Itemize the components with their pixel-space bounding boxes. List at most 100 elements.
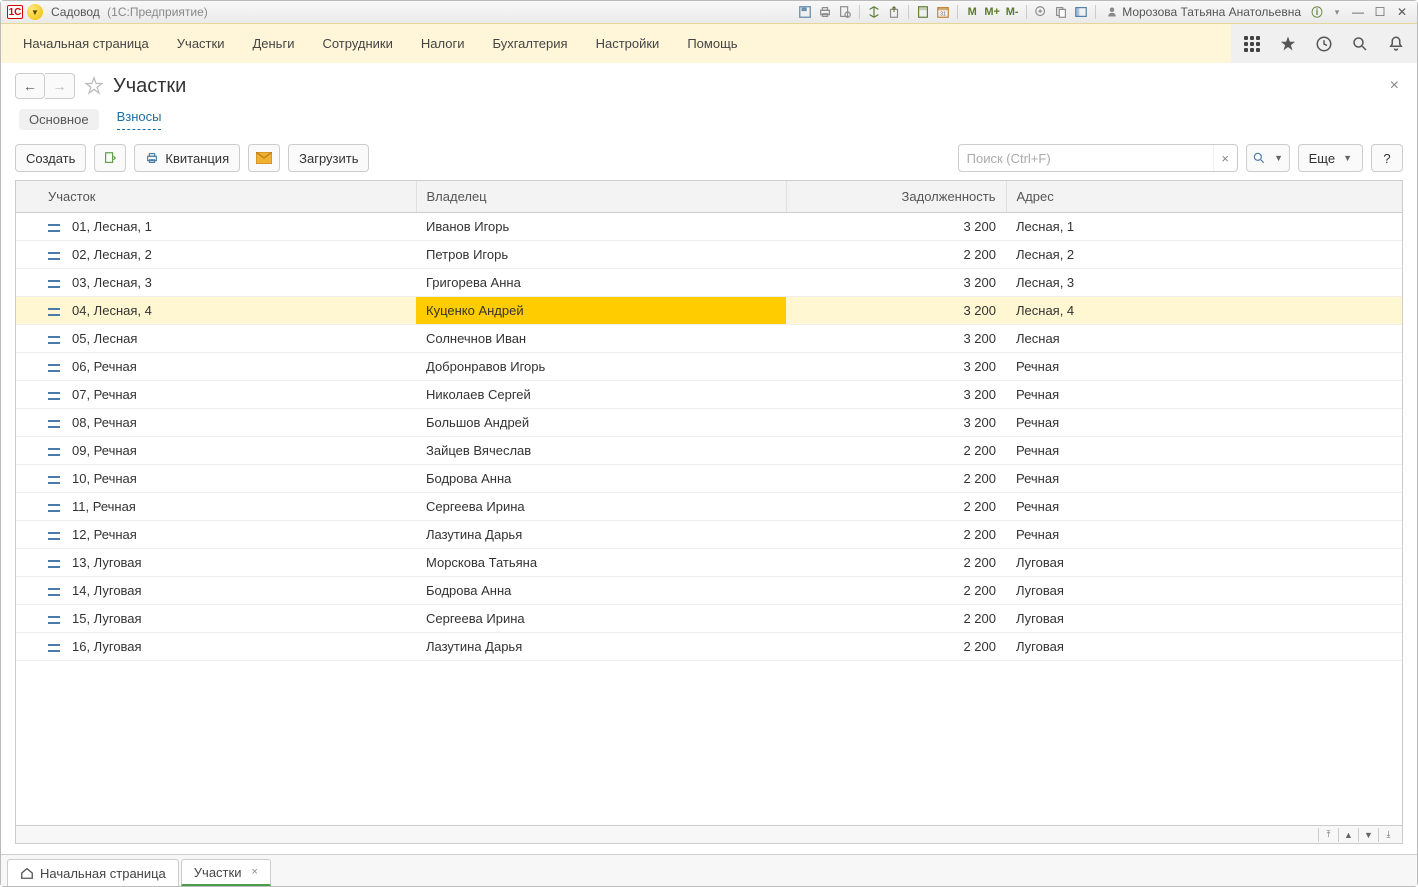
home-icon [20, 866, 34, 880]
row-icon [48, 224, 60, 232]
copy-icon[interactable] [1053, 4, 1069, 20]
table-nav-down-button[interactable]: ▼ [1358, 828, 1378, 842]
search-dropdown-button[interactable]: ▼ [1246, 144, 1290, 172]
refresh-button[interactable] [94, 144, 126, 172]
subtab-main[interactable]: Основное [19, 109, 99, 130]
more-button[interactable]: Еще▼ [1298, 144, 1363, 172]
info-dropdown-icon[interactable]: ▾ [1329, 4, 1345, 20]
nav-back-button[interactable]: ← [15, 73, 45, 99]
current-user[interactable]: Морозова Татьяна Анатольевна [1106, 5, 1301, 19]
col-owner-header[interactable]: Владелец [416, 181, 786, 213]
table-row[interactable]: 07, РечнаяНиколаев Сергей3 200Речная [16, 381, 1402, 409]
receipt-button[interactable]: Квитанция [134, 144, 240, 172]
table-row[interactable]: 01, Лесная, 1Иванов Игорь3 200Лесная, 1 [16, 213, 1402, 241]
page-header: ← → Участки × [15, 73, 1403, 99]
table-row[interactable]: 09, РечнаяЗайцев Вячеслав2 200Речная [16, 437, 1402, 465]
main-menu-item-2[interactable]: Деньги [238, 24, 308, 63]
col-plot-header[interactable]: Участок [16, 181, 416, 213]
receipt-button-label: Квитанция [165, 151, 229, 166]
bottom-tab-home[interactable]: Начальная страница [7, 859, 179, 886]
row-icon [48, 392, 60, 400]
print-icon[interactable] [817, 4, 833, 20]
plots-table-wrap: Участок Владелец Задолженность Адрес 01,… [15, 180, 1403, 844]
history-icon[interactable] [1315, 35, 1333, 53]
main-menu-item-6[interactable]: Настройки [582, 24, 674, 63]
help-button-label: ? [1383, 151, 1390, 166]
table-row[interactable]: 05, ЛеснаяСолнечнов Иван3 200Лесная [16, 325, 1402, 353]
main-menu-right-tools [1231, 24, 1417, 63]
col-debt-header[interactable]: Задолженность [786, 181, 1006, 213]
page-close-button[interactable]: × [1386, 77, 1403, 95]
email-button[interactable] [248, 144, 280, 172]
table-row[interactable]: 03, Лесная, 3Григорева Анна3 200Лесная, … [16, 269, 1402, 297]
table-row[interactable]: 10, РечнаяБодрова Анна2 200Речная [16, 465, 1402, 493]
row-icon [48, 644, 60, 652]
magnifier-icon [1252, 151, 1266, 165]
col-address-header[interactable]: Адрес [1006, 181, 1402, 213]
titlebar-tools: 31 M M+ M- Морозова Татьяна Анатольевна … [797, 4, 1411, 20]
save-icon[interactable] [797, 4, 813, 20]
close-button[interactable]: ✕ [1393, 5, 1411, 19]
table-row[interactable]: 11, РечнаяСергеева Ирина2 200Речная [16, 493, 1402, 521]
table-nav-up-button[interactable]: ▲ [1338, 828, 1358, 842]
table-row[interactable]: 14, ЛуговаяБодрова Анна2 200Луговая [16, 577, 1402, 605]
table-row[interactable]: 12, РечнаяЛазутина Дарья2 200Речная [16, 521, 1402, 549]
table-row[interactable]: 08, РечнаяБольшов Андрей3 200Речная [16, 409, 1402, 437]
main-menu-item-4[interactable]: Налоги [407, 24, 479, 63]
upload-button-label: Загрузить [299, 151, 358, 166]
table-row[interactable]: 16, ЛуговаяЛазутина Дарья2 200Луговая [16, 633, 1402, 661]
main-menu-item-3[interactable]: Сотрудники [308, 24, 406, 63]
nav-forward-button[interactable]: → [45, 73, 75, 99]
main-menu-item-0[interactable]: Начальная страница [9, 24, 163, 63]
maximize-button[interactable]: ☐ [1371, 5, 1389, 19]
info-icon[interactable]: ⓘ [1309, 4, 1325, 20]
row-icon [48, 448, 60, 456]
help-button[interactable]: ? [1371, 144, 1403, 172]
table-row[interactable]: 13, ЛуговаяМорскова Татьяна2 200Луговая [16, 549, 1402, 577]
search-clear-button[interactable]: × [1213, 145, 1237, 171]
compare-icon[interactable] [866, 4, 882, 20]
zoom-in-icon[interactable] [1033, 4, 1049, 20]
memory-m-minus-button[interactable]: M- [1004, 4, 1020, 20]
favorites-star-icon[interactable] [1279, 35, 1297, 53]
preview-icon[interactable] [837, 4, 853, 20]
search-icon[interactable] [1351, 35, 1369, 53]
search-input[interactable] [959, 151, 1213, 166]
calendar-icon[interactable]: 31 [935, 4, 951, 20]
page-title: Участки [113, 75, 186, 98]
table-nav-top-button[interactable]: ⤒ [1318, 828, 1338, 842]
apps-grid-icon[interactable] [1243, 35, 1261, 53]
table-row[interactable]: 15, ЛуговаяСергеева Ирина2 200Луговая [16, 605, 1402, 633]
main-menu-item-7[interactable]: Помощь [673, 24, 751, 63]
memory-m-plus-button[interactable]: M+ [984, 4, 1000, 20]
table-row[interactable]: 02, Лесная, 2Петров Игорь2 200Лесная, 2 [16, 241, 1402, 269]
create-button[interactable]: Создать [15, 144, 86, 172]
memory-m-button[interactable]: M [964, 4, 980, 20]
calculator-icon[interactable] [915, 4, 931, 20]
notifications-bell-icon[interactable] [1387, 35, 1405, 53]
app-title: Садовод (1С:Предприятие) [51, 5, 208, 19]
content-area: ← → Участки × Основное Взносы Создать Кв… [1, 63, 1417, 854]
app-menu-dropdown[interactable]: ▼ [27, 4, 43, 20]
titlebar: 1C ▼ Садовод (1С:Предприятие) 31 M M+ M- [1, 1, 1417, 23]
main-menu-item-1[interactable]: Участки [163, 24, 239, 63]
titlebar-left: 1C ▼ [7, 4, 43, 20]
row-icon [48, 560, 60, 568]
row-icon [48, 420, 60, 428]
minimize-button[interactable]: — [1349, 5, 1367, 19]
upload-button[interactable]: Загрузить [288, 144, 369, 172]
bottom-tab-plots[interactable]: Участки × [181, 859, 271, 886]
row-icon [48, 616, 60, 624]
main-menu-item-5[interactable]: Бухгалтерия [478, 24, 581, 63]
export-icon[interactable] [886, 4, 902, 20]
table-row[interactable]: 06, РечнаяДобронравов Игорь3 200Речная [16, 353, 1402, 381]
panel-icon[interactable] [1073, 4, 1089, 20]
favorite-star-icon[interactable] [83, 75, 105, 97]
create-button-label: Создать [26, 151, 75, 166]
platform-name: (1С:Предприятие) [107, 5, 208, 19]
more-button-label: Еще [1309, 151, 1335, 166]
bottom-tab-plots-close[interactable]: × [251, 866, 257, 878]
table-row[interactable]: 04, Лесная, 4Куценко Андрей3 200Лесная, … [16, 297, 1402, 325]
table-nav-bottom-button[interactable]: ⤓ [1378, 828, 1398, 842]
subtab-fees[interactable]: Взносы [117, 109, 162, 130]
